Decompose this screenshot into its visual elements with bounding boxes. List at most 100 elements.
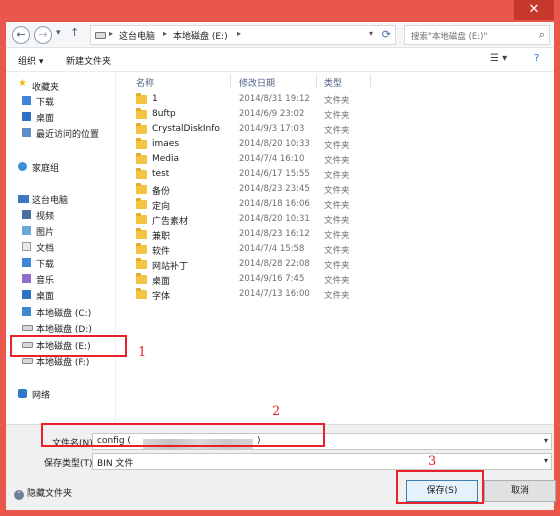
address-bar[interactable]: ▸ 这台电脑 ▸ 本地磁盘 (E:) ▸ ▾ ⟳ bbox=[90, 25, 396, 45]
column-divider[interactable] bbox=[370, 74, 371, 88]
picture-icon bbox=[22, 226, 31, 235]
folder-icon bbox=[136, 243, 147, 254]
address-dropdown-icon[interactable]: ▾ bbox=[369, 29, 373, 38]
sidebar-item-downloads[interactable]: 下载 bbox=[6, 93, 116, 109]
file-name: 兼职 bbox=[152, 232, 171, 242]
file-type: 文件夹 bbox=[324, 261, 350, 271]
organize-button[interactable]: 组织 ▾ bbox=[18, 54, 43, 67]
folder-icon bbox=[136, 213, 147, 224]
file-name: 软件 bbox=[152, 247, 171, 257]
filetype-value: BIN 文件 bbox=[97, 459, 134, 469]
drive-icon bbox=[95, 32, 106, 39]
file-row[interactable]: 兼职 2014/8/23 16:12 文件夹 bbox=[124, 227, 554, 242]
sidebar-item-desktop[interactable]: 桌面 bbox=[6, 109, 116, 125]
sidebar-item-favorites[interactable]: ★ 收藏夹 bbox=[6, 78, 116, 94]
file-row[interactable]: 字体 2014/7/13 16:00 文件夹 bbox=[124, 287, 554, 302]
system-drive-icon bbox=[22, 307, 31, 316]
help-icon[interactable]: ? bbox=[534, 53, 539, 64]
sidebar-item-pc-downloads[interactable]: 下载 bbox=[6, 255, 116, 271]
file-row[interactable]: 软件 2014/7/4 15:58 文件夹 bbox=[124, 242, 554, 257]
column-divider[interactable] bbox=[316, 74, 317, 88]
refresh-icon[interactable]: ⟳ bbox=[382, 28, 391, 41]
drive-icon bbox=[22, 358, 33, 364]
breadcrumb-this-pc[interactable]: 这台电脑 bbox=[119, 29, 155, 42]
sidebar-item-pictures[interactable]: 图片 bbox=[6, 223, 116, 239]
annotation-box-save bbox=[396, 470, 484, 504]
cancel-button[interactable]: 取消 bbox=[484, 480, 556, 502]
file-type: 文件夹 bbox=[324, 291, 350, 301]
new-folder-button[interactable]: 新建文件夹 bbox=[66, 54, 111, 67]
chevron-right-icon: ▸ bbox=[109, 29, 114, 38]
file-type: 文件夹 bbox=[324, 111, 350, 121]
column-divider[interactable] bbox=[230, 74, 231, 88]
file-date: 2014/7/4 15:58 bbox=[239, 244, 305, 254]
sidebar-item-drive-d[interactable]: 本地磁盘 (D:) bbox=[6, 320, 116, 336]
hide-folders-toggle[interactable]: ˄ 隐藏文件夹 bbox=[14, 486, 72, 500]
sidebar-label: 下载 bbox=[36, 98, 55, 108]
folder-icon bbox=[136, 258, 147, 269]
file-row[interactable]: 1 2014/8/31 19:12 文件夹 bbox=[124, 92, 554, 107]
sidebar-item-network[interactable]: 网络 bbox=[6, 386, 116, 402]
folder-icon bbox=[136, 108, 147, 119]
navigation-pane: ★ 收藏夹 下载 桌面 最近访问的位置 家庭组 这台电脑 视频 图片 文档 下载… bbox=[6, 72, 116, 424]
file-row[interactable]: 桌面 2014/9/16 7:45 文件夹 bbox=[124, 272, 554, 287]
sidebar-item-drive-c[interactable]: 本地磁盘 (C:) bbox=[6, 304, 116, 320]
download-icon bbox=[22, 258, 31, 267]
view-options-icon[interactable]: ☰ ▾ bbox=[490, 53, 507, 64]
file-name: Media bbox=[152, 154, 180, 164]
file-name: 8uftp bbox=[152, 109, 176, 119]
recent-locations-dropdown[interactable]: ▾ bbox=[56, 28, 61, 38]
sidebar-item-pc-desktop[interactable]: 桌面 bbox=[6, 287, 116, 303]
file-type: 文件夹 bbox=[324, 156, 350, 166]
filetype-select[interactable]: BIN 文件 ▾ bbox=[92, 453, 552, 470]
file-row[interactable]: 广告素材 2014/8/20 10:31 文件夹 bbox=[124, 212, 554, 227]
file-row[interactable]: test 2014/6/17 15:55 文件夹 bbox=[124, 167, 554, 182]
save-dialog-window: ✕ ← → ▾ ↑ ▸ 这台电脑 ▸ 本地磁盘 (E:) ▸ ▾ ⟳ 搜索"本地… bbox=[0, 0, 560, 516]
music-icon bbox=[22, 274, 31, 283]
up-button[interactable]: ↑ bbox=[70, 26, 79, 39]
file-row[interactable]: imaes 2014/8/20 10:33 文件夹 bbox=[124, 137, 554, 152]
search-box[interactable]: 搜索"本地磁盘 (E:)" ⌕ bbox=[404, 25, 550, 45]
column-header-date[interactable]: 修改日期 bbox=[239, 76, 275, 89]
sidebar-item-music[interactable]: 音乐 bbox=[6, 271, 116, 287]
drive-icon bbox=[22, 325, 33, 331]
sidebar-item-videos[interactable]: 视频 bbox=[6, 207, 116, 223]
chevron-down-icon[interactable]: ▾ bbox=[544, 436, 548, 445]
file-name: 定向 bbox=[152, 202, 171, 212]
sidebar-item-homegroup[interactable]: 家庭组 bbox=[6, 159, 116, 175]
file-name: imaes bbox=[152, 139, 180, 149]
file-row[interactable]: CrystalDiskInfo 2014/9/3 17:03 文件夹 bbox=[124, 122, 554, 137]
back-button[interactable]: ← bbox=[12, 26, 30, 44]
file-date: 2014/8/28 22:08 bbox=[239, 259, 310, 269]
forward-button[interactable]: → bbox=[34, 26, 52, 44]
column-header-name[interactable]: 名称 bbox=[136, 76, 154, 89]
breadcrumb-drive-e[interactable]: 本地磁盘 (E:) bbox=[173, 29, 228, 42]
sidebar-label: 网络 bbox=[32, 391, 51, 401]
chevron-right-icon: ▸ bbox=[163, 29, 168, 38]
folder-icon bbox=[136, 273, 147, 284]
network-icon bbox=[18, 389, 27, 398]
sidebar-item-recent[interactable]: 最近访问的位置 bbox=[6, 125, 116, 141]
file-row[interactable]: 备份 2014/8/23 23:45 文件夹 bbox=[124, 182, 554, 197]
annotation-box-drive-e bbox=[10, 335, 127, 357]
sidebar-label: 本地磁盘 (D:) bbox=[36, 325, 92, 335]
search-placeholder: 搜索"本地磁盘 (E:)" bbox=[411, 32, 488, 42]
title-bar: ✕ bbox=[0, 0, 560, 22]
chevron-down-icon[interactable]: ▾ bbox=[544, 456, 548, 465]
column-header-type[interactable]: 类型 bbox=[324, 76, 342, 89]
file-date: 2014/8/23 23:45 bbox=[239, 184, 310, 194]
file-name: 广告素材 bbox=[152, 217, 189, 227]
sidebar-item-documents[interactable]: 文档 bbox=[6, 239, 116, 255]
annotation-number-3: 3 bbox=[428, 454, 437, 469]
file-name: 备份 bbox=[152, 187, 171, 197]
file-row[interactable]: 定向 2014/8/18 16:06 文件夹 bbox=[124, 197, 554, 212]
file-row[interactable]: 网站补丁 2014/8/28 22:08 文件夹 bbox=[124, 257, 554, 272]
sidebar-label: 下载 bbox=[36, 260, 55, 270]
file-type: 文件夹 bbox=[324, 201, 350, 211]
file-type: 文件夹 bbox=[324, 141, 350, 151]
navigation-bar: ← → ▾ ↑ ▸ 这台电脑 ▸ 本地磁盘 (E:) ▸ ▾ ⟳ 搜索"本地磁盘… bbox=[6, 22, 554, 48]
file-row[interactable]: 8uftp 2014/6/9 23:02 文件夹 bbox=[124, 107, 554, 122]
file-row[interactable]: Media 2014/7/4 16:10 文件夹 bbox=[124, 152, 554, 167]
sidebar-item-this-pc[interactable]: 这台电脑 bbox=[6, 191, 116, 207]
close-button[interactable]: ✕ bbox=[514, 0, 554, 20]
